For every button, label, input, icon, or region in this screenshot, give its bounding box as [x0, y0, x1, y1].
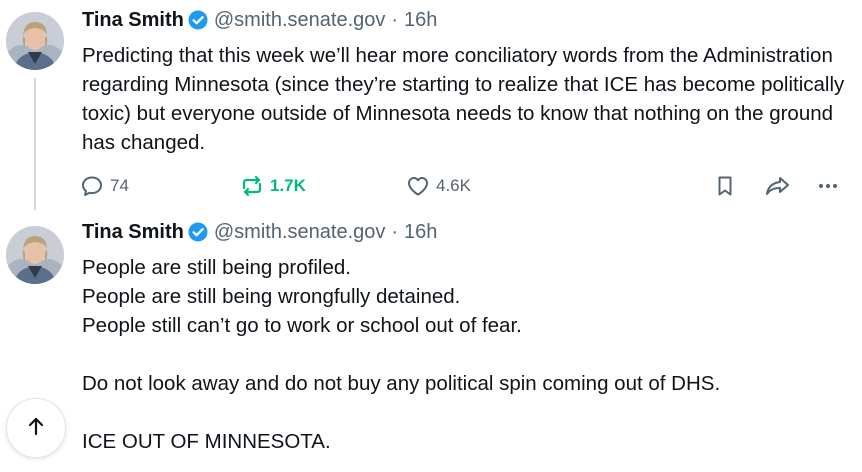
more-dots-icon — [816, 174, 840, 198]
heart-icon — [406, 174, 430, 198]
post-1[interactable]: Tina Smith @smith.senate.gov · 16h Predi… — [0, 0, 862, 212]
author-avatar[interactable] — [6, 226, 64, 284]
header-separator: · — [391, 8, 399, 31]
author-avatar[interactable] — [6, 12, 64, 70]
author-name[interactable]: Tina Smith — [82, 9, 184, 32]
post-text: Predicting that this week we’ll hear mor… — [82, 44, 845, 154]
author-handle[interactable]: @smith.senate.gov — [214, 9, 386, 32]
repost-button[interactable]: 1.7K — [240, 172, 306, 200]
post-timestamp[interactable]: 16h — [404, 9, 437, 32]
verified-badge-icon — [188, 10, 208, 30]
post-header: Tina Smith @smith.senate.gov · 16h — [82, 7, 437, 33]
repost-count: 1.7K — [270, 176, 306, 195]
post-header: Tina Smith @smith.senate.gov · 16h — [82, 219, 437, 245]
reply-count: 74 — [110, 176, 129, 195]
scroll-to-top-button[interactable] — [6, 398, 66, 458]
post-text: People are still being profiled. People … — [82, 256, 721, 453]
post-actions: 74 1.7K 4.6K — [80, 172, 850, 200]
post-2[interactable]: Tina Smith @smith.senate.gov · 16h Peopl… — [0, 212, 862, 472]
reply-button[interactable]: 74 — [80, 172, 129, 200]
author-name[interactable]: Tina Smith — [82, 221, 184, 244]
bookmark-button[interactable] — [713, 172, 737, 200]
repost-icon — [240, 174, 264, 198]
post-timestamp[interactable]: 16h — [404, 221, 437, 244]
header-separator: · — [391, 220, 399, 243]
share-button[interactable] — [764, 172, 792, 200]
bookmark-icon — [713, 174, 737, 198]
like-button[interactable]: 4.6K — [406, 172, 471, 200]
more-options-button[interactable] — [816, 172, 840, 200]
author-handle[interactable]: @smith.senate.gov — [214, 221, 386, 244]
avatar-photo — [6, 226, 64, 284]
reply-icon — [80, 174, 104, 198]
like-count: 4.6K — [436, 176, 471, 195]
avatar-photo — [6, 12, 64, 70]
thread-connector-line — [34, 78, 36, 210]
share-arrow-icon — [764, 174, 792, 198]
verified-badge-icon — [188, 222, 208, 242]
arrow-up-icon — [24, 414, 48, 443]
